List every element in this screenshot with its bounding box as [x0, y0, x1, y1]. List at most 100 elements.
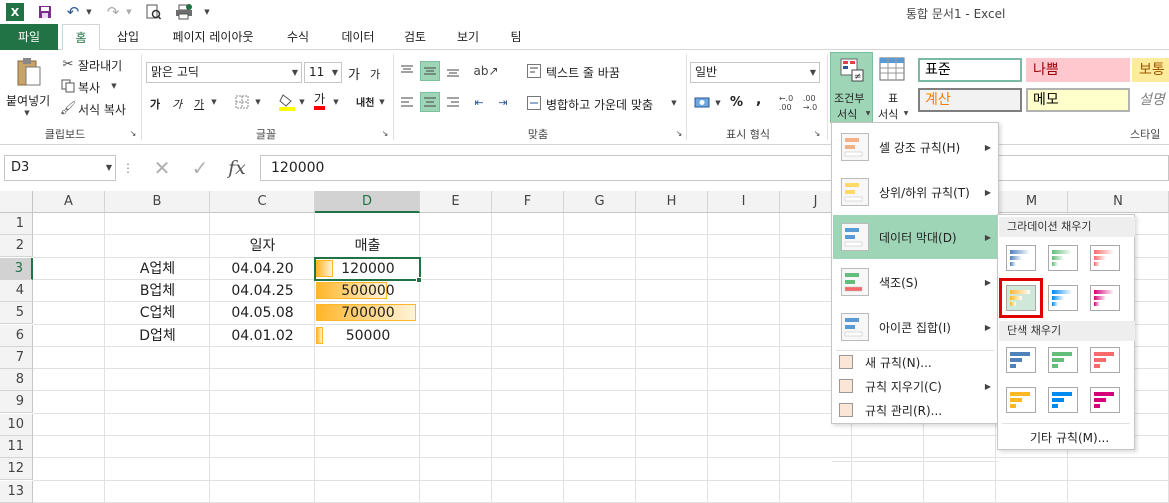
cut-button[interactable]: 잘라내기 [78, 57, 122, 74]
cell-c6[interactable]: 04.01.02 [210, 325, 315, 347]
cell-b4[interactable]: B업체 [105, 280, 210, 302]
solid-data-bar-5[interactable] [1090, 387, 1120, 413]
decrease-decimal-icon[interactable]: .00 →.0 [800, 94, 820, 112]
cf-menu-item-1[interactable]: 상위/하위 규칙(T) ▶ [833, 170, 999, 214]
cf-menu-item-2[interactable]: 데이터 막대(D) ▶ [833, 215, 999, 259]
format-painter-button[interactable]: 서식 복사 [78, 101, 126, 118]
paste-icon[interactable] [14, 56, 44, 88]
tab-file[interactable]: 파일 [0, 24, 58, 50]
undo-icon[interactable]: ↶ [64, 3, 82, 21]
cell-style-1[interactable]: 나쁨 [1026, 58, 1130, 82]
align-right-icon[interactable] [444, 93, 462, 111]
cell-c5[interactable]: 04.05.08 [210, 302, 315, 324]
cell-b6[interactable]: D업체 [105, 325, 210, 347]
comma-button[interactable]: , [756, 92, 761, 108]
row-header-13[interactable]: 13 [0, 480, 33, 503]
cell-d6[interactable]: 50000 [315, 325, 417, 347]
redo-icon[interactable]: ↷ [104, 3, 122, 21]
tab-home[interactable]: 홈 [62, 24, 100, 51]
column-header-f[interactable]: F [492, 191, 564, 213]
align-center-icon[interactable] [420, 92, 440, 112]
more-rules-item[interactable]: 기타 규칙(M)... [1030, 429, 1109, 446]
column-header-b[interactable]: B [105, 191, 210, 213]
row-header-8[interactable]: 8 [0, 369, 33, 392]
bold-button[interactable]: 가 [150, 96, 160, 112]
confirm-entry-icon[interactable]: ✓ [188, 156, 212, 180]
copy-button[interactable]: 복사 [78, 79, 100, 96]
insert-function-icon[interactable]: fx [224, 157, 250, 179]
underline-button[interactable]: 가 [194, 96, 204, 112]
cell-c4[interactable]: 04.04.25 [210, 280, 315, 302]
cf-menu-item-0[interactable]: 셀 강조 규칙(H) ▶ [833, 125, 999, 169]
decrease-indent-icon[interactable]: ⇤ [470, 93, 488, 111]
format-as-table-line2[interactable]: 서식 [878, 106, 898, 122]
phonetic-button[interactable]: 내천 [356, 94, 374, 109]
tab-review[interactable]: 검토 [392, 24, 438, 50]
borders-icon[interactable] [234, 94, 250, 110]
cf-small-item-0[interactable]: 새 규칙(N)... [833, 351, 999, 373]
cf-small-item-1[interactable]: 규칙 지우기(C) ▶ [833, 375, 999, 397]
column-header-i[interactable]: I [708, 191, 780, 213]
row-header-3[interactable]: 3 [0, 257, 33, 280]
accounting-dropdown-icon[interactable]: ▼ [714, 98, 722, 108]
row-header-7[interactable]: 7 [0, 346, 33, 369]
format-as-table-line1[interactable]: 표 [888, 90, 898, 106]
column-header-e[interactable]: E [420, 191, 492, 213]
solid-data-bar-3[interactable] [1006, 387, 1036, 413]
fill-handle[interactable] [416, 276, 422, 283]
solid-data-bar-0[interactable] [1006, 347, 1036, 373]
font-color-dropdown-icon[interactable]: ▼ [332, 97, 340, 107]
column-header-h[interactable]: H [636, 191, 708, 213]
save-icon[interactable] [36, 3, 54, 21]
phonetic-dropdown-icon[interactable]: ▼ [378, 97, 386, 107]
row-header-5[interactable]: 5 [0, 302, 33, 325]
merge-dropdown-icon[interactable]: ▼ [670, 98, 678, 108]
tab-data[interactable]: 데이터 [330, 24, 386, 50]
tab-page-layout[interactable]: 페이지 레이아웃 [158, 24, 268, 50]
cell-style-2[interactable]: 보통 [1132, 58, 1169, 82]
orientation-icon[interactable]: ab↗ [473, 62, 498, 80]
underline-dropdown-icon[interactable]: ▼ [210, 97, 218, 107]
column-header-m[interactable]: M [996, 191, 1068, 213]
column-header-a[interactable]: A [33, 191, 105, 213]
column-header-d[interactable]: D [315, 191, 420, 213]
undo-dropdown-icon[interactable]: ▼ [84, 5, 94, 19]
increase-decimal-icon[interactable]: ←.0.00 [776, 94, 796, 112]
solid-data-bar-1[interactable] [1048, 347, 1078, 373]
align-middle-icon[interactable] [420, 61, 440, 81]
borders-dropdown-icon[interactable]: ▼ [254, 97, 262, 107]
gradient-data-bar-4[interactable] [1048, 285, 1078, 311]
tab-team[interactable]: 팀 [500, 24, 532, 50]
gradient-data-bar-2[interactable] [1090, 245, 1120, 271]
gradient-data-bar-0[interactable] [1006, 245, 1036, 271]
fill-color-dropdown-icon[interactable]: ▼ [298, 97, 306, 107]
gradient-data-bar-1[interactable] [1048, 245, 1078, 271]
cut-icon[interactable]: ✂ [60, 56, 76, 72]
cell-d2[interactable]: 매출 [315, 235, 420, 257]
cell-style-3[interactable]: 계산 [918, 88, 1022, 112]
tab-view[interactable]: 보기 [446, 24, 490, 50]
cell-b5[interactable]: C업체 [105, 302, 210, 324]
column-header-n[interactable]: N [1068, 191, 1169, 213]
solid-data-bar-2[interactable] [1090, 347, 1120, 373]
name-box[interactable]: D3 ▼ [4, 155, 116, 181]
column-header-g[interactable]: G [564, 191, 636, 213]
align-bottom-icon[interactable] [444, 62, 462, 80]
gradient-data-bar-3[interactable] [999, 278, 1043, 318]
wrap-text-icon[interactable] [526, 62, 542, 80]
align-left-icon[interactable] [398, 93, 416, 111]
font-launcher-icon[interactable]: ↘ [380, 128, 390, 138]
italic-button[interactable]: 가 [172, 96, 182, 112]
cell-style-0[interactable]: 표준 [918, 58, 1022, 82]
row-header-1[interactable]: 1 [0, 213, 33, 235]
percent-button[interactable]: % [730, 95, 743, 110]
column-header-c[interactable]: C [210, 191, 315, 213]
tab-insert[interactable]: 삽입 [106, 24, 150, 50]
cf-menu-item-3[interactable]: 색조(S) ▶ [833, 260, 999, 304]
paste-dropdown-icon[interactable]: ▼ [22, 108, 32, 118]
copy-icon[interactable] [60, 78, 76, 94]
merge-center-button[interactable]: 병합하고 가운데 맞춤 [546, 96, 653, 113]
row-header-4[interactable]: 4 [0, 279, 33, 302]
merge-center-icon[interactable] [526, 94, 542, 112]
gradient-data-bar-5[interactable] [1090, 285, 1120, 311]
